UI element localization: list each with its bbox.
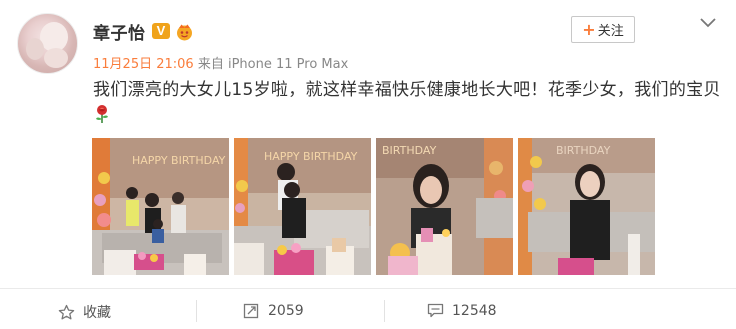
favorite-button[interactable]: 收藏 <box>58 302 111 322</box>
chevron-down-icon[interactable] <box>699 16 717 30</box>
post-meta: 11月25日 21:06 来自 iPhone 11 Pro Max <box>93 53 348 72</box>
source-prefix: 来自 <box>197 57 224 72</box>
image-fade-overlay <box>520 276 736 302</box>
verified-badge-icon: V <box>152 23 170 39</box>
photo-thumbnail[interactable]: HAPPY BIRTHDAY <box>92 138 229 275</box>
photo-thumbnail[interactable]: BIRTHDAY <box>376 138 513 275</box>
follow-label: 关注 <box>597 24 624 39</box>
footer-separator <box>384 300 385 322</box>
post-date-link[interactable]: 11月25日 21:06 <box>93 57 194 72</box>
banner-text: BIRTHDAY <box>556 144 611 157</box>
post-body: 我们漂亮的大女儿15岁啦，就这样幸福快乐健康地长大吧！花季少女，我们的宝贝 <box>93 80 721 100</box>
banner-text: BIRTHDAY <box>382 144 437 157</box>
repost-icon <box>243 303 259 319</box>
plus-icon: + <box>582 19 596 39</box>
photo-thumbnail[interactable]: HAPPY BIRTHDAY <box>234 138 371 275</box>
footer-separator <box>196 300 197 322</box>
photo-grid: HAPPY BIRTHDAY HAPPY BIRTHDAY BIRTHDAY B… <box>92 138 655 275</box>
favorite-label: 收藏 <box>83 305 111 321</box>
footer-divider <box>0 288 736 289</box>
banner-text: HAPPY BIRTHDAY <box>132 154 226 167</box>
username[interactable]: 章子怡 <box>93 19 146 44</box>
post-text: 我们漂亮的大女儿15岁啦，就这样幸福快乐健康地长大吧！花季少女，我们的宝贝 <box>93 78 723 128</box>
vip-crown-icon[interactable] <box>174 22 195 41</box>
rose-icon <box>96 105 108 123</box>
repost-count: 2059 <box>268 302 304 319</box>
photo-thumbnail[interactable]: BIRTHDAY <box>518 138 655 275</box>
follow-button[interactable]: + 关注 <box>571 16 635 43</box>
comment-button[interactable]: 12548 <box>427 302 497 319</box>
comment-count: 12548 <box>452 302 497 319</box>
comment-icon <box>427 303 444 318</box>
weibo-post-card: 章子怡 V 11月25日 21:06 来自 iPhone 11 Pro Max … <box>0 0 736 329</box>
post-source: iPhone 11 Pro Max <box>227 57 349 72</box>
banner-text: HAPPY BIRTHDAY <box>264 150 358 163</box>
star-icon <box>58 304 75 319</box>
repost-button[interactable]: 2059 <box>243 302 304 319</box>
avatar[interactable] <box>17 13 78 74</box>
